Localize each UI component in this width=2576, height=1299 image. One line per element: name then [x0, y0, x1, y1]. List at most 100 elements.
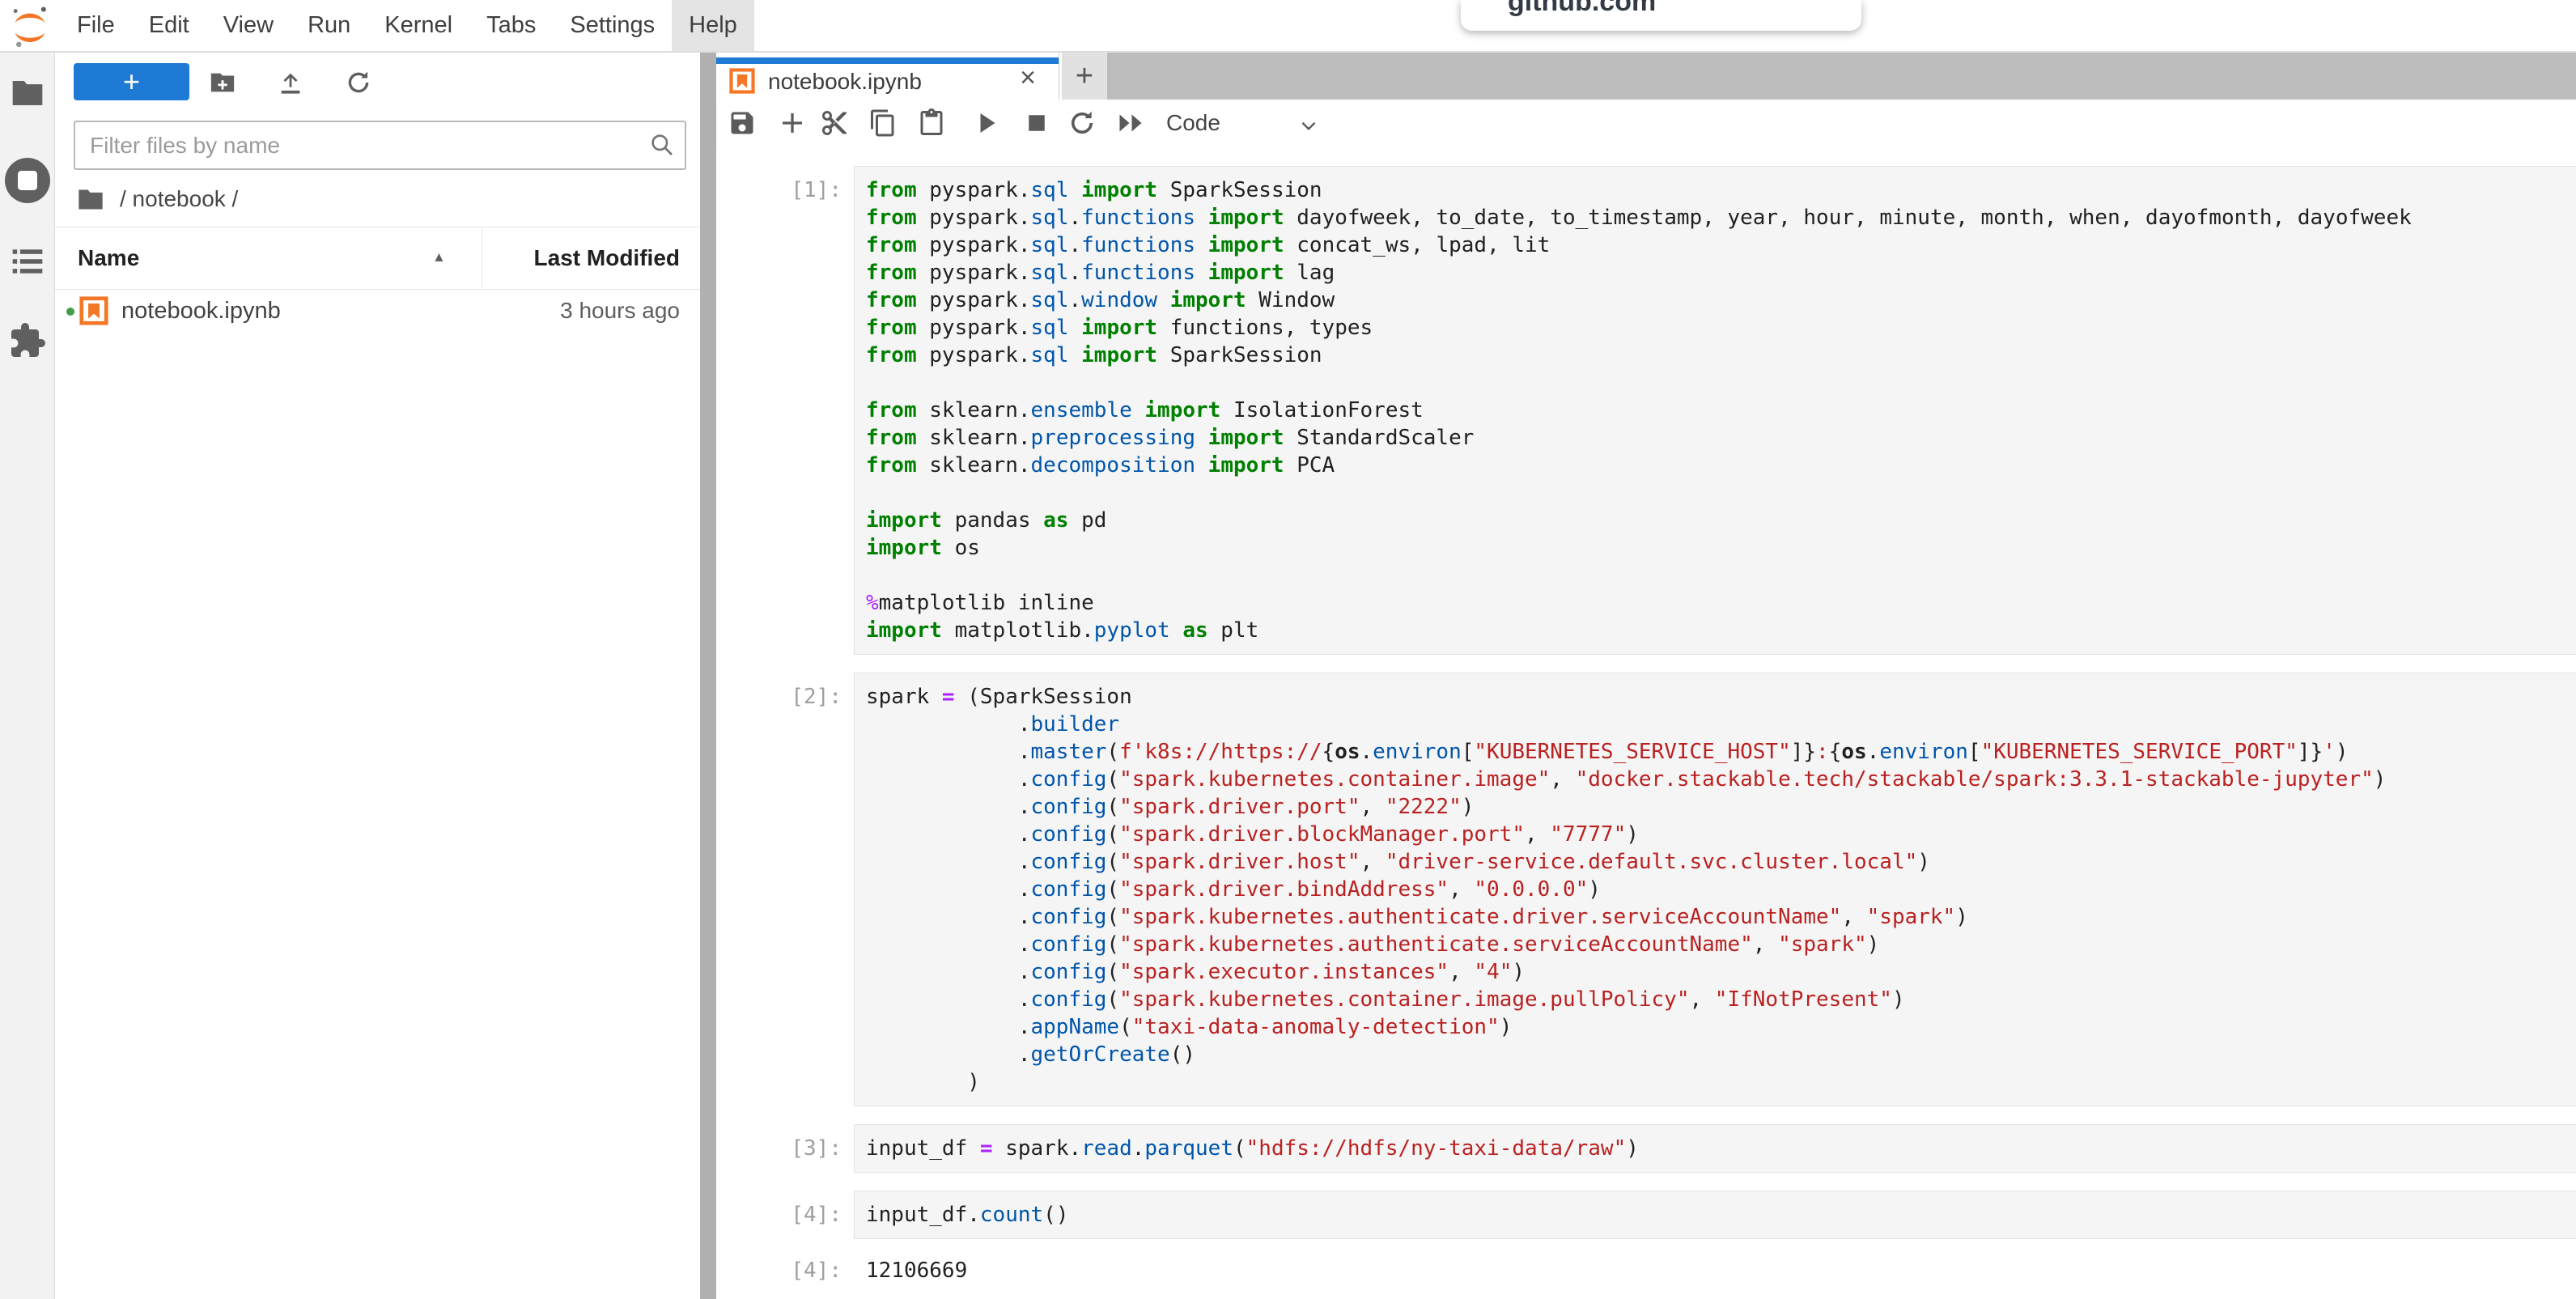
extensions-icon[interactable] [8, 321, 47, 360]
tab-bar: notebook.ipynb × + [716, 53, 2576, 100]
code-line: %matplotlib inline [866, 589, 2576, 617]
notebook-toolbar: Code [716, 100, 2576, 147]
add-cell-icon[interactable] [778, 108, 807, 138]
refresh-icon[interactable] [345, 69, 372, 96]
cut-icon[interactable] [820, 108, 849, 138]
code-cell: [2]:spark = (SparkSession .builder .mast… [716, 673, 2576, 1106]
running-kernels-icon[interactable] [2, 155, 53, 206]
fast-forward-icon[interactable] [1116, 108, 1145, 138]
copy-icon[interactable] [868, 108, 898, 138]
code-cell: [1]:from pyspark.sql import SparkSession… [716, 166, 2576, 655]
code-line [866, 369, 2576, 397]
cell-editor[interactable]: from pyspark.sql import SparkSessionfrom… [854, 166, 2576, 655]
cell-editor[interactable]: input_df.count() [854, 1191, 2576, 1239]
code-line: import os [866, 534, 2576, 562]
code-line: spark = (SparkSession [866, 683, 2576, 711]
code-cell: [4]: input_df.count() [716, 1191, 2576, 1239]
upload-icon[interactable] [277, 69, 304, 96]
panel-splitter[interactable] [700, 53, 716, 1299]
cell-type-value: Code [1166, 110, 1220, 136]
run-icon[interactable] [972, 108, 1001, 138]
file-filter [74, 121, 686, 170]
cell-output-text: 12106669 [854, 1257, 2576, 1284]
jupyter-logo [11, 6, 49, 49]
code-line: ) [866, 1068, 2576, 1096]
kernel-running-dot [66, 308, 74, 316]
cell-input-prompt: [3]: [716, 1124, 854, 1162]
file-name: notebook.ipynb [121, 290, 281, 332]
new-folder-icon[interactable] [209, 69, 236, 96]
code-line: .config("spark.kubernetes.container.imag… [866, 766, 2576, 793]
stop-icon[interactable] [1022, 108, 1051, 138]
breadcrumb[interactable]: / notebook / [55, 180, 238, 218]
file-filter-input[interactable] [74, 121, 686, 170]
chevron-down-icon [1298, 115, 1319, 136]
file-browser: + / notebook / [55, 53, 700, 1299]
code-line: .master(f'k8s://https://{os.environ["KUB… [866, 738, 2576, 766]
restart-icon[interactable] [1067, 108, 1097, 138]
code-line: .config("spark.driver.bindAddress", "0.0… [866, 876, 2576, 903]
tab-active-accent [716, 57, 1059, 64]
breadcrumb-path: / notebook / [120, 186, 238, 212]
new-launcher-button[interactable]: + [74, 63, 189, 100]
paste-icon[interactable] [917, 108, 946, 138]
cell-editor[interactable]: spark = (SparkSession .builder .master(f… [854, 673, 2576, 1106]
folder-icon[interactable] [11, 79, 44, 107]
column-header-name[interactable]: Name [78, 227, 139, 289]
tab-notebook[interactable]: notebook.ipynb × [716, 53, 1059, 100]
menu-item-help[interactable]: Help [672, 0, 754, 51]
tab-close-icon[interactable]: × [1020, 62, 1036, 94]
notebook-cells: [1]:from pyspark.sql import SparkSession… [716, 146, 2576, 1299]
menu-item-view[interactable]: View [206, 0, 291, 51]
file-list-header: Name ▲ Last Modified [55, 227, 700, 290]
main-area: notebook.ipynb × + [716, 53, 2576, 1299]
code-line: .config("spark.driver.port", "2222") [866, 793, 2576, 821]
cell-output: [4]:12106669 [716, 1257, 2576, 1284]
code-line: input_df.count() [866, 1201, 2576, 1229]
code-line [866, 479, 2576, 507]
cell-input-prompt: [1]: [716, 166, 854, 204]
code-line: from pyspark.sql.window import Window [866, 287, 2576, 314]
breadcrumb-folder-icon [78, 189, 104, 210]
menu-item-edit[interactable]: Edit [132, 0, 206, 51]
code-line: .config("spark.driver.blockManager.port"… [866, 821, 2576, 848]
code-line: .config("spark.kubernetes.authenticate.d… [866, 903, 2576, 931]
cell-editor[interactable]: input_df = spark.read.parquet("hdfs://hd… [854, 1124, 2576, 1173]
code-line: .appName("taxi-data-anomaly-detection") [866, 1013, 2576, 1041]
menu-item-file[interactable]: File [60, 0, 132, 51]
menu-item-tabs[interactable]: Tabs [469, 0, 553, 51]
code-cell: [3]:input_df = spark.read.parquet("hdfs:… [716, 1124, 2576, 1173]
site-popup: github.com [1461, 0, 1861, 31]
file-browser-toolbar: + [55, 53, 700, 117]
menu-item-settings[interactable]: Settings [553, 0, 672, 51]
table-of-contents-icon[interactable] [10, 244, 45, 279]
menu-item-kernel[interactable]: Kernel [367, 0, 469, 51]
jupyterlab-window: FileEditViewRunKernelTabsSettingsHelp gi… [0, 0, 2576, 1299]
file-row[interactable]: notebook.ipynb 3 hours ago [55, 290, 700, 332]
code-line: from sklearn.ensemble import IsolationFo… [866, 397, 2576, 424]
code-line: .config("spark.kubernetes.container.imag… [866, 986, 2576, 1013]
code-line: from pyspark.sql.functions import dayofw… [866, 204, 2576, 231]
cell-output-prompt: [4]: [716, 1257, 854, 1284]
code-line: .config("spark.executor.instances", "4") [866, 958, 2576, 986]
tab-label: notebook.ipynb [768, 69, 922, 95]
save-icon[interactable] [728, 108, 757, 138]
code-line: .config("spark.driver.host", "driver-ser… [866, 848, 2576, 876]
activity-bar [0, 53, 55, 1299]
tab-bar-fill [1107, 51, 2576, 100]
file-list: notebook.ipynb 3 hours ago [55, 290, 700, 332]
column-header-modified[interactable]: Last Modified [534, 227, 680, 289]
cell-type-select[interactable]: Code [1166, 100, 1319, 146]
menu-bar: FileEditViewRunKernelTabsSettingsHelp [0, 0, 2576, 53]
notebook-file-icon [79, 296, 108, 325]
new-tab-button[interactable]: + [1062, 53, 1107, 100]
file-modified: 3 hours ago [560, 290, 680, 332]
code-line: import pandas as pd [866, 507, 2576, 534]
sort-ascending-icon[interactable]: ▲ [432, 249, 446, 265]
code-line: .builder [866, 711, 2576, 738]
menu-item-run[interactable]: Run [291, 0, 367, 51]
code-line: .config("spark.kubernetes.authenticate.s… [866, 931, 2576, 958]
cell-input-prompt: [4]: [716, 1191, 854, 1229]
code-line: .getOrCreate() [866, 1041, 2576, 1068]
code-line [866, 562, 2576, 589]
